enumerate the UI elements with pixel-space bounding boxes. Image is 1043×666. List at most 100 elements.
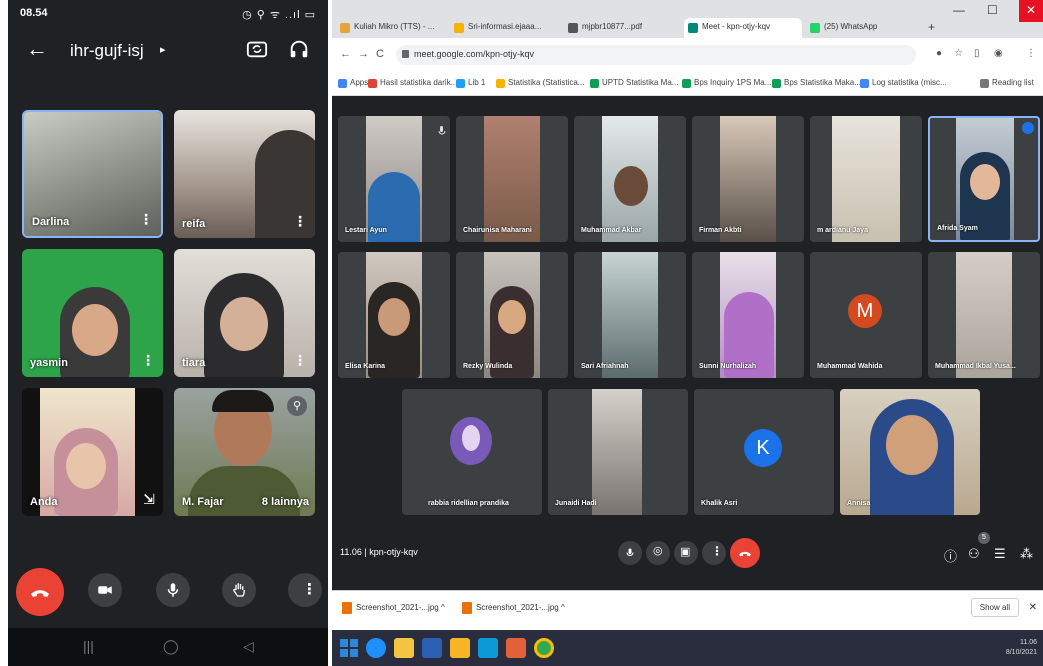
activities-icon[interactable]: ⁂ <box>1020 546 1034 562</box>
bookmark-favicon-icon <box>860 79 869 88</box>
participant-tile[interactable]: reifa ⋮ <box>174 110 315 238</box>
minimize-button[interactable]: — <box>953 3 965 17</box>
new-tab-button[interactable]: + <box>928 20 935 34</box>
bookmark-item[interactable]: Statistika (Statistica... <box>496 78 584 88</box>
meeting-details-arrow-icon[interactable]: ▸ <box>160 43 166 56</box>
camera-permission-icon[interactable]: ● <box>936 48 942 59</box>
participant-face <box>498 300 526 334</box>
bookmark-item[interactable]: Bps Inquiry 1PS Ma... <box>682 78 771 88</box>
end-call-button[interactable] <box>16 568 64 616</box>
bookmark-item[interactable]: Lib 1 <box>456 78 485 88</box>
bookmark-star-icon[interactable]: ☆ <box>954 48 963 59</box>
expand-icon[interactable]: ⇲ <box>143 491 155 508</box>
camera-button[interactable]: ◎ <box>646 541 670 565</box>
more-options-button[interactable]: ⋮ <box>702 541 726 565</box>
raise-hand-button[interactable] <box>222 573 256 607</box>
more-options-button[interactable]: ⋮ <box>288 573 322 607</box>
participant-tile[interactable]: Muhammad Akbar <box>574 116 686 242</box>
meeting-code[interactable]: ihr-gujf-isj <box>70 41 144 61</box>
bookmark-item[interactable]: Apps <box>338 78 368 88</box>
download-item[interactable]: Screenshot_2021-...jpg ^ <box>342 602 445 614</box>
back-arrow-icon[interactable]: ← <box>26 36 48 62</box>
people-icon[interactable]: ⚇ <box>968 546 982 562</box>
tab-label: Kuliah Mikro (TTS) - ... <box>354 22 435 31</box>
microphone-icon <box>167 583 179 597</box>
media-player-icon[interactable] <box>450 638 470 658</box>
browser-tab[interactable]: Sri-informasi.ejaaa... <box>450 18 562 38</box>
maximize-button[interactable]: ☐ <box>987 3 998 17</box>
home-nav-icon[interactable]: ◯ <box>163 638 179 655</box>
recents-nav-icon[interactable]: ||| <box>83 638 94 654</box>
participant-tile[interactable]: Junaidi Hadi <box>548 389 688 515</box>
bookmark-item[interactable]: Bps Statistika Maka... <box>772 78 861 88</box>
close-downloads-icon[interactable]: ✕ <box>1029 602 1037 613</box>
browser-tab[interactable]: mjpbr10877...pdf <box>564 18 676 38</box>
more-vert-icon: ⋮ <box>302 581 317 598</box>
forward-icon[interactable]: → <box>358 48 369 60</box>
tab-label: Sri-informasi.ejaaa... <box>468 22 542 31</box>
profile-avatar[interactable]: ◉ <box>994 48 1003 59</box>
chrome-icon[interactable] <box>534 638 554 658</box>
more-participants-count[interactable]: 8 lainnya <box>262 496 309 508</box>
app-icon[interactable] <box>506 638 526 658</box>
participant-tile[interactable]: Anda ⇲ <box>22 388 163 516</box>
store-icon[interactable] <box>478 638 498 658</box>
url-text: meet.google.com/kpn-otjy-kqv <box>414 49 535 59</box>
more-options-icon[interactable]: ⋮ <box>293 352 307 369</box>
tab-label: (25) WhatsApp <box>824 22 878 31</box>
participant-tile[interactable]: Sari Afriahnah <box>574 252 686 378</box>
reading-list-button[interactable]: Reading list <box>980 78 1034 88</box>
back-nav-icon[interactable]: ◁ <box>243 638 254 655</box>
bookmark-item[interactable]: Log statistika (misc... <box>860 78 947 88</box>
more-options-icon[interactable]: ⋮ <box>141 352 155 369</box>
participant-tile[interactable]: M Muhammad Wahida <box>810 252 922 378</box>
chat-icon[interactable]: ☰ <box>994 546 1008 562</box>
info-icon[interactable]: ⓘ <box>944 546 958 564</box>
participant-tile[interactable]: Firman Akbti <box>692 116 804 242</box>
camera-toggle-button[interactable] <box>88 573 122 607</box>
browser-tab[interactable]: (25) WhatsApp <box>806 18 914 38</box>
show-all-downloads-button[interactable]: Show all <box>970 598 1019 617</box>
participant-tile[interactable]: Muhammad Ikbal Yusa... <box>928 252 1040 378</box>
browser-tab[interactable]: Kuliah Mikro (TTS) - ... <box>336 18 448 38</box>
word-icon[interactable] <box>422 638 442 658</box>
participant-tile[interactable]: ⚲ M. Fajar 8 lainnya <box>174 388 315 516</box>
participant-tile[interactable]: yasmin ⋮ <box>22 249 163 377</box>
bookmark-item[interactable]: Hasil statistika darik... <box>368 78 457 88</box>
bookmark-item[interactable]: UPTD Statistika Ma... <box>590 78 678 88</box>
download-item[interactable]: Screenshot_2021-...jpg ^ <box>462 602 565 614</box>
participant-tile[interactable]: K Khalik Asri <box>694 389 834 515</box>
participant-tile[interactable]: m ardianu Jaya <box>810 116 922 242</box>
extensions-icon[interactable]: ▯ <box>974 48 980 59</box>
participant-tile[interactable]: tiara ⋮ <box>174 249 315 377</box>
audio-output-icon[interactable] <box>288 38 310 60</box>
search-icon[interactable]: ⚲ <box>287 396 307 416</box>
participant-tile-speaking[interactable]: Afrida Syam <box>928 116 1040 242</box>
participant-tile[interactable]: Darlina ⋮ <box>22 110 163 238</box>
microphone-button[interactable] <box>618 541 642 565</box>
more-options-icon[interactable]: ⋮ <box>293 213 307 230</box>
browser-tab-active[interactable]: Meet - kpn-otjy-kqv <box>684 18 802 38</box>
participant-tile[interactable]: Lestari Ayun <box>338 116 450 242</box>
leave-call-button[interactable] <box>730 538 760 568</box>
file-explorer-icon[interactable] <box>394 638 414 658</box>
participant-tile[interactable]: Elisa Karina <box>338 252 450 378</box>
back-icon[interactable]: ← <box>340 48 351 60</box>
reload-icon[interactable]: C <box>376 48 384 60</box>
present-screen-button[interactable]: ▣ <box>674 541 698 565</box>
switch-camera-icon[interactable] <box>246 38 268 60</box>
participant-tile[interactable]: rabbia ridellian prandika <box>402 389 542 515</box>
browser-menu-icon[interactable]: ⋮ <box>1026 48 1036 59</box>
participant-tile[interactable]: Rezky Wulinda <box>456 252 568 378</box>
participant-tile[interactable]: Chairunisa Maharani <box>456 116 568 242</box>
participant-tile[interactable]: Sunni Nurhalizah <box>692 252 804 378</box>
windows-start-icon[interactable] <box>340 639 358 657</box>
more-options-icon[interactable]: ⋮ <box>139 211 153 228</box>
system-clock[interactable]: 11.06 8/10/2021 <box>1006 638 1037 658</box>
participant-name: Junaidi Hadi <box>555 500 597 507</box>
edge-browser-icon[interactable] <box>366 638 386 658</box>
participant-tile[interactable]: Annisa <box>840 389 980 515</box>
close-window-button[interactable]: ✕ <box>1019 0 1043 22</box>
url-field[interactable]: meet.google.com/kpn-otjy-kqv <box>396 45 916 65</box>
microphone-toggle-button[interactable] <box>156 573 190 607</box>
